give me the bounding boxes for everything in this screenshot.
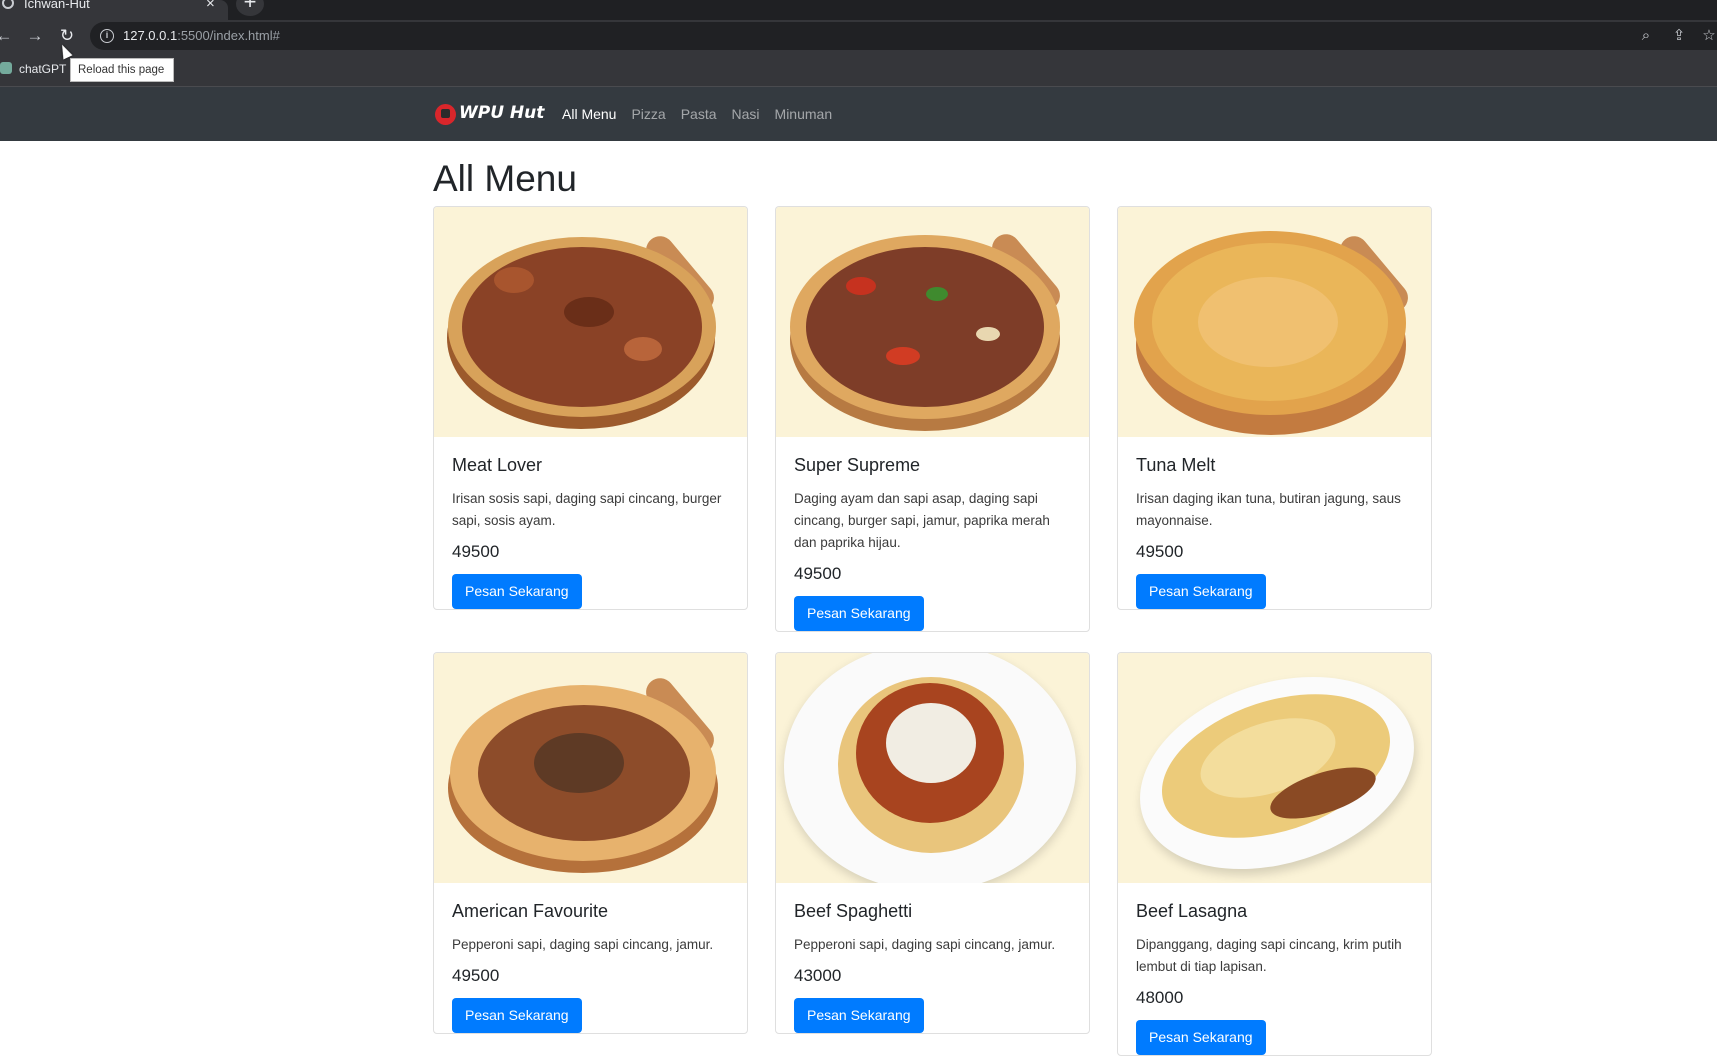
menu-card: Beef Lasagna Dipanggang, daging sapi cin… <box>1117 652 1432 1056</box>
card-description: Irisan daging ikan tuna, butiran jagung,… <box>1136 491 1401 528</box>
page-title: All Menu <box>433 158 577 199</box>
tuna-melt-image <box>1118 207 1431 437</box>
card-description: Dipanggang, daging sapi cincang, krim pu… <box>1136 937 1402 974</box>
card-title: Super Supreme <box>794 455 921 475</box>
card-description: Pepperoni sapi, daging sapi cincang, jam… <box>794 937 1056 952</box>
pizza-logo-icon <box>435 104 456 125</box>
chatgpt-bookmark-icon <box>0 62 12 74</box>
browser-toolbar: ← → ↻ i 127.0.0.1:5500/index.html# ⌕ ⇪ ☆ <box>0 20 1717 52</box>
order-button[interactable]: Pesan Sekarang <box>452 574 582 609</box>
browser-tab[interactable]: Ichwan-Hut × <box>0 0 228 20</box>
new-tab-button[interactable]: + <box>236 0 264 16</box>
menu-card: Beef Spaghetti Pepperoni sapi, daging sa… <box>775 652 1090 1034</box>
reload-tooltip: Reload this page <box>70 58 174 82</box>
card-price: 49500 <box>794 564 842 583</box>
site-info-icon[interactable]: i <box>100 29 114 43</box>
nav-links: All Menu Pizza Pasta Nasi Minuman <box>562 106 832 122</box>
card-price: 43000 <box>794 966 842 985</box>
card-description: Daging ayam dan sapi asap, daging sapi c… <box>794 491 1050 550</box>
nav-link-all-menu[interactable]: All Menu <box>562 106 616 122</box>
bookmarks-bar: chatGPT <box>0 52 1717 87</box>
tab-favicon-icon <box>2 0 14 9</box>
card-price: 48000 <box>1136 988 1184 1007</box>
menu-card: American Favourite Pepperoni sapi, dagin… <box>433 652 748 1034</box>
super-supreme-image <box>776 207 1089 437</box>
nav-link-pasta[interactable]: Pasta <box>681 106 717 122</box>
card-title: American Favourite <box>452 901 609 921</box>
share-icon[interactable]: ⇪ <box>1668 25 1690 47</box>
browser-tab-bar: Ichwan-Hut × + <box>0 0 1717 20</box>
tab-title: Ichwan-Hut <box>24 0 90 11</box>
beef-spaghetti-image <box>776 653 1089 883</box>
beef-lasagna-image <box>1118 653 1431 883</box>
nav-link-nasi[interactable]: Nasi <box>732 106 760 122</box>
card-price: 49500 <box>1136 542 1184 561</box>
star-icon[interactable]: ☆ <box>1698 25 1717 47</box>
card-description: Pepperoni sapi, daging sapi cincang, jam… <box>452 937 714 952</box>
url-text[interactable]: 127.0.0.1:5500/index.html# <box>123 28 280 43</box>
card-title: Tuna Melt <box>1136 455 1216 475</box>
order-button[interactable]: Pesan Sekarang <box>794 998 924 1033</box>
nav-link-pizza[interactable]: Pizza <box>631 106 665 122</box>
forward-arrow-icon[interactable]: → <box>22 23 48 49</box>
card-price: 49500 <box>452 966 500 985</box>
back-arrow-icon[interactable]: ← <box>0 23 17 49</box>
card-description: Irisan sosis sapi, daging sapi cincang, … <box>452 491 722 528</box>
order-button[interactable]: Pesan Sekarang <box>452 998 582 1033</box>
zoom-icon[interactable]: ⌕ <box>1635 25 1657 47</box>
menu-card: Tuna Melt Irisan daging ikan tuna, butir… <box>1117 206 1432 610</box>
order-button[interactable]: Pesan Sekarang <box>794 596 924 631</box>
card-price: 49500 <box>452 542 500 561</box>
brand-name: WPU Hut <box>459 103 545 123</box>
card-title: Beef Spaghetti <box>794 901 913 921</box>
bookmark-chatgpt[interactable]: chatGPT <box>19 62 66 76</box>
card-title: Beef Lasagna <box>1136 901 1248 921</box>
order-button[interactable]: Pesan Sekarang <box>1136 1020 1266 1055</box>
address-bar[interactable]: i 127.0.0.1:5500/index.html# ⌕ ⇪ ☆ <box>90 22 1717 50</box>
meat-lover-image <box>434 207 747 437</box>
menu-card: Meat Lover Irisan sosis sapi, daging sap… <box>433 206 748 610</box>
american-favourite-image <box>434 653 747 883</box>
nav-link-minuman[interactable]: Minuman <box>775 106 833 122</box>
card-title: Meat Lover <box>452 455 543 475</box>
site-navbar: WPU Hut All Menu Pizza Pasta Nasi Minuma… <box>0 87 1717 141</box>
menu-card: Super Supreme Daging ayam dan sapi asap,… <box>775 206 1090 632</box>
order-button[interactable]: Pesan Sekarang <box>1136 574 1266 609</box>
tab-close-icon[interactable]: × <box>206 0 215 12</box>
